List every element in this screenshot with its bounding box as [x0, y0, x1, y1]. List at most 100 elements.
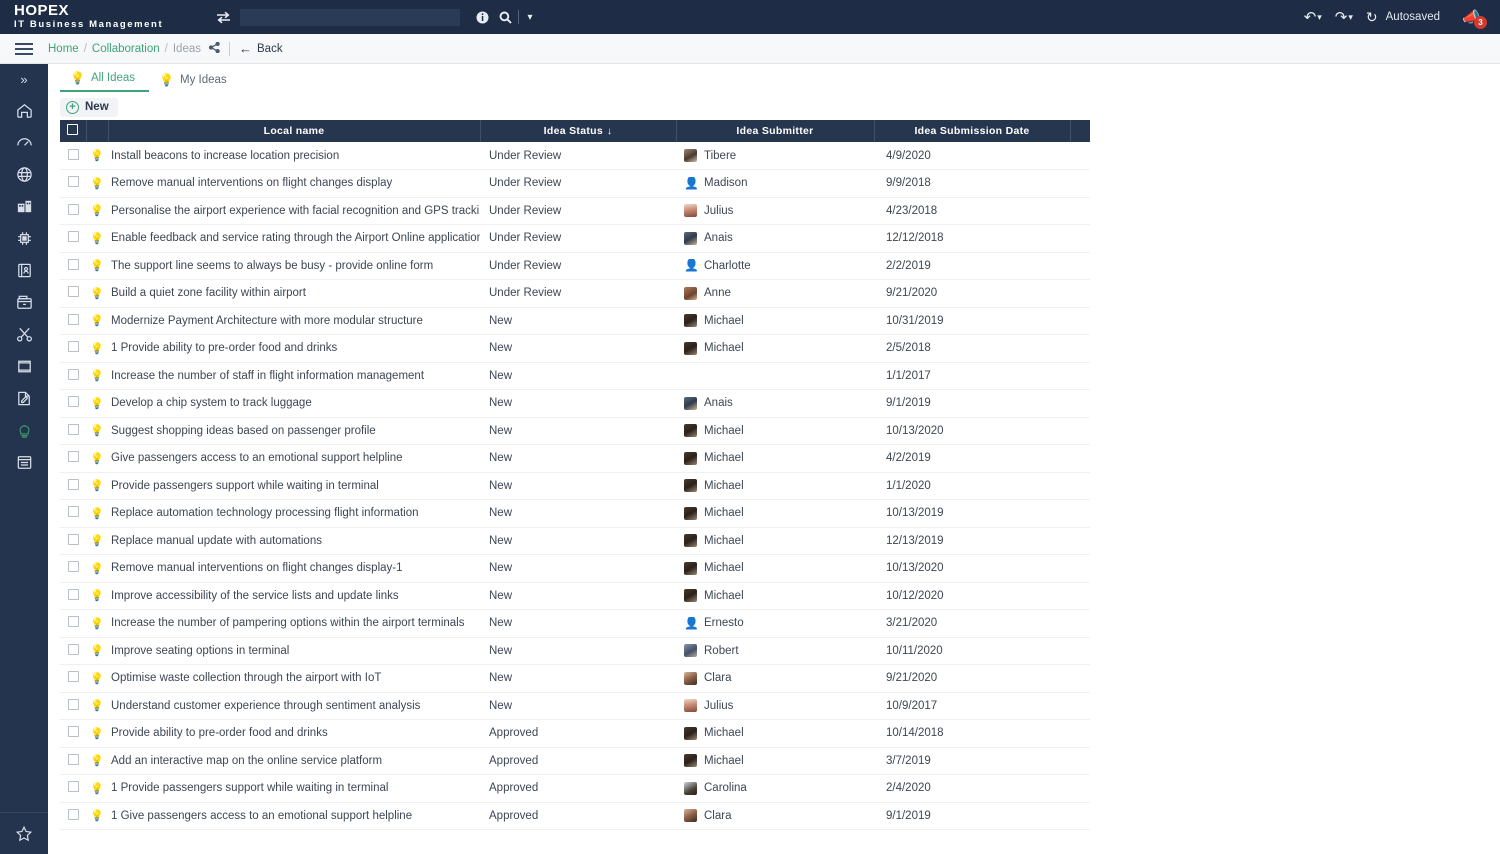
checkbox-icon[interactable] — [67, 808, 79, 820]
table-row[interactable]: 💡 Replace manual update with automations N… — [60, 527, 1090, 555]
cell-local-name[interactable]: The support line seems to always be busy… — [108, 252, 480, 280]
row-checkbox-cell[interactable] — [60, 637, 86, 665]
checkbox-icon[interactable] — [67, 258, 79, 270]
cell-local-name[interactable]: Improve seating options in terminal — [108, 637, 480, 665]
info-icon[interactable] — [470, 0, 494, 34]
breadcrumb-item-collaboration[interactable]: Collaboration — [92, 43, 160, 55]
row-checkbox-cell[interactable] — [60, 500, 86, 528]
table-row[interactable]: 💡 Optimise waste collection through the a… — [60, 665, 1090, 693]
search-icon[interactable] — [494, 0, 516, 34]
sidebar-item-scissors[interactable] — [0, 318, 48, 350]
checkbox-icon[interactable] — [67, 588, 79, 600]
table-row[interactable]: 💡 Suggest shopping ideas based on passeng… — [60, 417, 1090, 445]
sidebar-item-collaboration[interactable] — [0, 414, 48, 446]
cell-local-name[interactable]: Build a quiet zone facility within airpo… — [108, 280, 480, 308]
row-checkbox-cell[interactable] — [60, 252, 86, 280]
table-row[interactable]: 💡 Understand customer experience through … — [60, 692, 1090, 720]
checkbox-icon[interactable] — [67, 726, 79, 738]
row-checkbox-cell[interactable] — [60, 692, 86, 720]
row-checkbox-cell[interactable] — [60, 775, 86, 803]
checkbox-icon[interactable] — [67, 533, 79, 545]
column-header-idea-status[interactable]: Idea Status ↓ — [480, 120, 677, 142]
column-header-idea-submission-date[interactable]: Idea Submission Date — [874, 120, 1071, 142]
checkbox-icon[interactable] — [67, 561, 79, 573]
cell-local-name[interactable]: 1 Provide passengers support while waiti… — [108, 775, 480, 803]
cell-local-name[interactable]: Replace automation technology processing… — [108, 500, 480, 528]
cell-local-name[interactable]: Optimise waste collection through the ai… — [108, 665, 480, 693]
table-row[interactable]: 💡 Increase the number of pampering option… — [60, 610, 1090, 638]
swap-icon[interactable] — [210, 0, 236, 34]
table-row[interactable]: 💡 Increase the number of staff in flight … — [60, 362, 1090, 390]
checkbox-icon[interactable] — [67, 313, 79, 325]
sidebar-item-reports[interactable] — [0, 446, 48, 478]
checkbox-icon[interactable] — [67, 671, 79, 683]
cell-local-name[interactable]: Understand customer experience through s… — [108, 692, 480, 720]
cell-local-name[interactable]: Suggest shopping ideas based on passenge… — [108, 417, 480, 445]
column-header-local-name[interactable]: Local name — [108, 120, 481, 142]
chevrons-right-icon[interactable]: » — [0, 64, 48, 94]
checkbox-icon[interactable] — [67, 451, 79, 463]
row-checkbox-cell[interactable] — [60, 445, 86, 473]
table-row[interactable]: 💡 1 Provide ability to pre-order food and… — [60, 335, 1090, 363]
checkbox-icon[interactable] — [67, 781, 79, 793]
cell-local-name[interactable]: Provide ability to pre-order food and dr… — [108, 720, 480, 748]
checkbox-icon[interactable] — [67, 176, 79, 188]
tab-my-ideas[interactable]: 💡 My Ideas — [149, 74, 241, 92]
back-button[interactable]: ← Back — [239, 41, 283, 56]
cell-local-name[interactable]: Increase the number of staff in flight i… — [108, 362, 480, 390]
sidebar-item-technology[interactable] — [0, 222, 48, 254]
table-row[interactable]: 💡 1 Provide passengers support while wait… — [60, 775, 1090, 803]
row-checkbox-cell[interactable] — [60, 802, 86, 830]
checkbox-icon[interactable] — [67, 396, 79, 408]
column-header-idea-submitter[interactable]: Idea Submitter — [676, 120, 875, 142]
table-row[interactable]: 💡 Remove manual interventions on flight c… — [60, 555, 1090, 583]
checkbox-icon[interactable] — [67, 753, 79, 765]
sidebar-item-data-catalog[interactable] — [0, 254, 48, 286]
row-checkbox-cell[interactable] — [60, 142, 86, 170]
row-checkbox-cell[interactable] — [60, 280, 86, 308]
cell-local-name[interactable]: Provide passengers support while waiting… — [108, 472, 480, 500]
checkbox-icon[interactable] — [67, 148, 79, 160]
row-checkbox-cell[interactable] — [60, 747, 86, 775]
table-row[interactable]: 💡 Provide ability to pre-order food and d… — [60, 720, 1090, 748]
sidebar-item-archive[interactable] — [0, 286, 48, 318]
row-checkbox-cell[interactable] — [60, 582, 86, 610]
checkbox-icon[interactable] — [67, 643, 79, 655]
checkbox-icon[interactable] — [67, 368, 79, 380]
row-checkbox-cell[interactable] — [60, 307, 86, 335]
cell-local-name[interactable]: Install beacons to increase location pre… — [108, 142, 480, 170]
sidebar-item-dashboard[interactable] — [0, 126, 48, 158]
checkbox-icon[interactable] — [67, 341, 79, 353]
checkbox-icon[interactable] — [67, 286, 79, 298]
table-row[interactable]: 💡 Personalise the airport experience with… — [60, 197, 1090, 225]
table-row[interactable]: 💡 1 Give passengers access to an emotiona… — [60, 802, 1090, 830]
sidebar-item-home[interactable] — [0, 94, 48, 126]
row-checkbox-cell[interactable] — [60, 170, 86, 198]
hamburger-icon[interactable] — [0, 34, 48, 64]
undo-button[interactable]: ↶ ▾ — [1304, 10, 1322, 25]
sidebar-item-enterprise-architecture[interactable] — [0, 190, 48, 222]
select-all-header[interactable] — [60, 120, 87, 142]
row-checkbox-cell[interactable] — [60, 555, 86, 583]
table-row[interactable]: 💡 Provide passengers support while waitin… — [60, 472, 1090, 500]
cell-local-name[interactable]: Add an interactive map on the online ser… — [108, 747, 480, 775]
row-checkbox-cell[interactable] — [60, 362, 86, 390]
row-checkbox-cell[interactable] — [60, 335, 86, 363]
table-row[interactable]: 💡 Give passengers access to an emotional … — [60, 445, 1090, 473]
table-row[interactable]: 💡 Build a quiet zone facility within airp… — [60, 280, 1090, 308]
sidebar-item-globe[interactable] — [0, 158, 48, 190]
sidebar-item-frame[interactable] — [0, 350, 48, 382]
checkbox-icon[interactable] — [67, 698, 79, 710]
search-input[interactable] — [240, 8, 460, 26]
row-checkbox-cell[interactable] — [60, 665, 86, 693]
checkbox-icon[interactable] — [67, 231, 79, 243]
cell-local-name[interactable]: Remove manual interventions on flight ch… — [108, 555, 480, 583]
row-checkbox-cell[interactable] — [60, 527, 86, 555]
row-checkbox-cell[interactable] — [60, 417, 86, 445]
cell-local-name[interactable]: 1 Provide ability to pre-order food and … — [108, 335, 480, 363]
table-row[interactable]: 💡 Add an interactive map on the online se… — [60, 747, 1090, 775]
checkbox-icon[interactable] — [67, 423, 79, 435]
table-row[interactable]: 💡 Enable feedback and service rating thro… — [60, 225, 1090, 252]
cell-local-name[interactable]: Modernize Payment Architecture with more… — [108, 307, 480, 335]
row-checkbox-cell[interactable] — [60, 610, 86, 638]
